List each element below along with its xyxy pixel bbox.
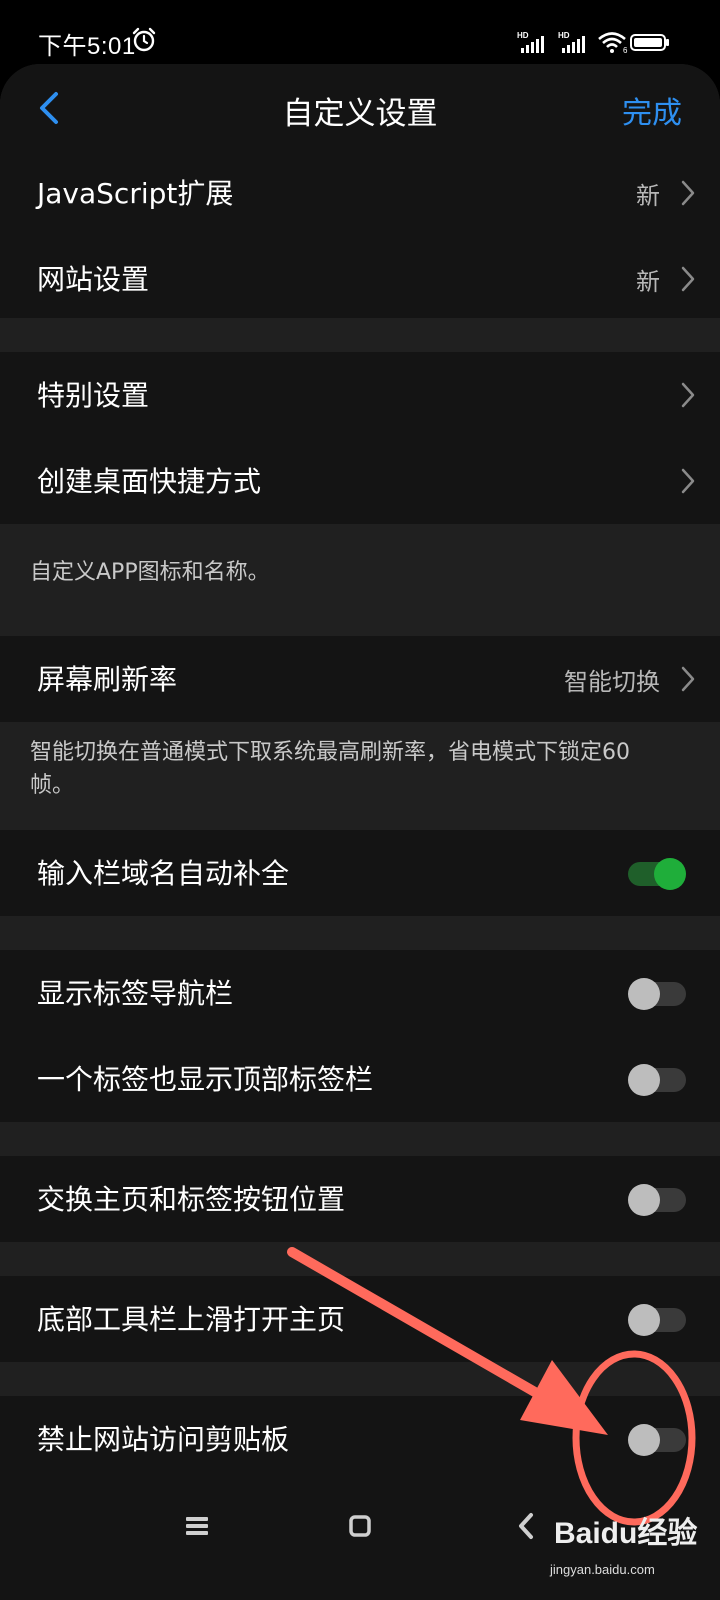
nav-back-icon[interactable] [518, 1512, 534, 1540]
row-label: 特别设置 [37, 379, 150, 412]
battery-icon [630, 34, 669, 51]
home-icon[interactable] [348, 1514, 372, 1538]
svg-text:6: 6 [623, 46, 628, 54]
new-badge: 新 [636, 182, 660, 210]
new-badge: 新 [636, 268, 660, 296]
wifi-icon: 6 [598, 32, 628, 54]
done-button[interactable]: 完成 [622, 88, 682, 132]
baidu-jingyan-watermark: Baidu经验 jingyan.baidu.com [548, 1508, 713, 1588]
chevron-right-icon [681, 666, 695, 692]
page-title: 自定义设置 [282, 96, 438, 132]
row-label: 交换主页和标签按钮位置 [37, 1183, 346, 1216]
row-label: 底部工具栏上滑打开主页 [37, 1303, 346, 1336]
row-label: JavaScript扩展 [37, 177, 234, 210]
swipe-home-toggle[interactable] [628, 1304, 686, 1336]
settings-group-extensions: JavaScript扩展 新 网站设置 新 [0, 150, 720, 318]
refresh-rate-row[interactable]: 屏幕刷新率 智能切换 [0, 636, 720, 722]
refresh-rate-note: 智能切换在普通模式下取系统最高刷新率，省电模式下锁定60帧。 [30, 740, 630, 798]
alarm-icon [132, 27, 156, 52]
title-bar: 自定义设置 完成 [0, 64, 720, 152]
single-tab-top-toggle[interactable] [628, 1064, 686, 1096]
shortcut-note: 自定义APP图标和名称。 [30, 560, 270, 585]
chevron-right-icon [681, 382, 695, 408]
show-tab-nav-toggle[interactable] [628, 978, 686, 1010]
chevron-right-icon [681, 180, 695, 206]
special-settings-row[interactable]: 特别设置 [0, 352, 720, 438]
recent-apps-icon[interactable] [185, 1516, 209, 1536]
cellular-signal-icon: HD [558, 31, 585, 53]
swipe-home-row: 底部工具栏上滑打开主页 [0, 1276, 720, 1362]
chevron-right-icon [681, 266, 695, 292]
row-label: 创建桌面快捷方式 [37, 465, 262, 498]
settings-group-swap: 交换主页和标签按钮位置 [0, 1156, 720, 1242]
single-tab-top-row: 一个标签也显示顶部标签栏 [0, 1036, 720, 1122]
show-tab-nav-row: 显示标签导航栏 [0, 950, 720, 1036]
chevron-right-icon [681, 468, 695, 494]
swap-home-tabs-row: 交换主页和标签按钮位置 [0, 1156, 720, 1242]
settings-screen: 自定义设置 完成 JavaScript扩展 新 网站设置 新 特别设置 创建桌面… [0, 64, 720, 1600]
autocomplete-toggle[interactable] [628, 858, 686, 890]
row-label: 一个标签也显示顶部标签栏 [37, 1063, 374, 1096]
row-label: 屏幕刷新率 [37, 663, 178, 696]
settings-group-tabs: 显示标签导航栏 一个标签也显示顶部标签栏 [0, 950, 720, 1122]
row-label: 显示标签导航栏 [37, 977, 234, 1010]
site-settings-row[interactable]: 网站设置 新 [0, 236, 720, 322]
swap-home-tabs-toggle[interactable] [628, 1184, 686, 1216]
watermark-url: jingyan.baidu.com [550, 1562, 655, 1577]
status-time: 下午5:01 [38, 33, 136, 60]
cellular-signal-icon: HD [517, 31, 544, 53]
javascript-extension-row[interactable]: JavaScript扩展 新 [0, 150, 720, 236]
desktop-shortcut-row[interactable]: 创建桌面快捷方式 [0, 438, 720, 524]
status-bar: 下午5:01 HD HD 6 [0, 0, 720, 74]
row-label: 网站设置 [37, 263, 150, 296]
block-clipboard-row: 禁止网站访问剪贴板 [0, 1396, 720, 1482]
row-label: 禁止网站访问剪贴板 [37, 1423, 290, 1456]
settings-group-special: 特别设置 创建桌面快捷方式 [0, 352, 720, 524]
settings-group-refresh: 屏幕刷新率 智能切换 [0, 636, 720, 722]
settings-group-autocomplete: 输入栏域名自动补全 [0, 830, 720, 916]
svg-text:HD: HD [517, 31, 529, 40]
block-clipboard-toggle[interactable] [628, 1424, 686, 1456]
row-label: 输入栏域名自动补全 [37, 857, 290, 890]
autocomplete-row: 输入栏域名自动补全 [0, 830, 720, 916]
svg-text:HD: HD [558, 31, 570, 40]
refresh-rate-value: 智能切换 [564, 668, 660, 696]
watermark-brand: Baidu经验 [554, 1517, 698, 1550]
settings-group-swipe: 底部工具栏上滑打开主页 [0, 1276, 720, 1362]
